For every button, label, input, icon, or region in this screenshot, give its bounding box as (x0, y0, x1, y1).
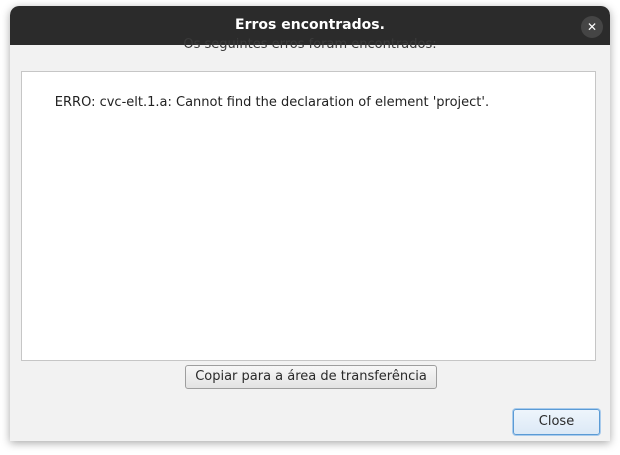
dialog-title: Erros encontrados. (235, 17, 385, 33)
error-line: ERRO: cvc-elt.1.a: Cannot find the decla… (54, 95, 490, 110)
copy-to-clipboard-button[interactable]: Copiar para a área de transferência (185, 365, 437, 389)
close-button[interactable]: Close (513, 409, 600, 435)
errors-heading: Os seguintes erros foram encontrados: (183, 37, 437, 52)
close-icon[interactable]: ✕ (581, 16, 603, 38)
errors-textarea[interactable]: ERRO: cvc-elt.1.a: Cannot find the decla… (21, 71, 596, 361)
error-dialog: Erros encontrados. ✕ Os seguintes erros … (10, 6, 610, 441)
dialog-content: Os seguintes erros foram encontrados: ER… (10, 37, 610, 441)
